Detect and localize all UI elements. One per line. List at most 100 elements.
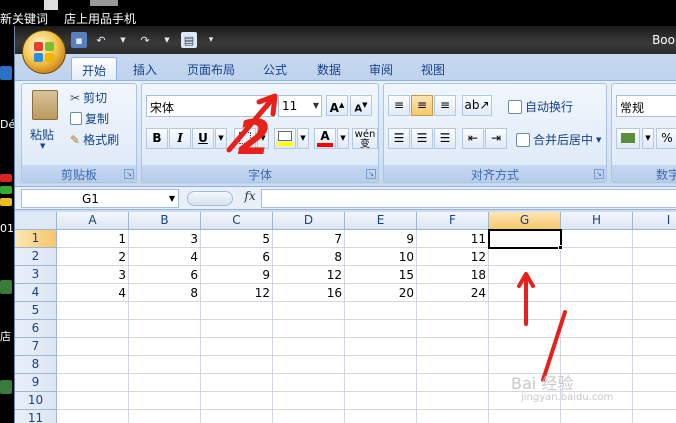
desktop-shortcut-label[interactable]: 店上用品手机 bbox=[64, 10, 136, 27]
align-right-button[interactable]: ☰ bbox=[434, 128, 456, 149]
column-header-g[interactable]: G bbox=[489, 212, 561, 230]
office-button[interactable] bbox=[22, 30, 66, 74]
align-left-button[interactable]: ☰ bbox=[388, 128, 410, 149]
row-header[interactable]: 10 bbox=[15, 392, 57, 410]
cell-d3[interactable]: 12 bbox=[273, 266, 345, 284]
format-painter-button[interactable]: ✎ 格式刷 bbox=[70, 131, 119, 148]
cell-f1[interactable]: 11 bbox=[417, 230, 489, 248]
dialog-launcher-icon[interactable]: ↘ bbox=[594, 169, 604, 179]
column-header-c[interactable]: C bbox=[201, 212, 273, 230]
customize-icon[interactable]: ▾ bbox=[203, 32, 219, 48]
tab-insert[interactable]: 插入 bbox=[125, 57, 165, 80]
fill-handle[interactable] bbox=[558, 245, 563, 250]
bold-button[interactable]: B bbox=[146, 128, 168, 149]
cut-button[interactable]: ✂ 剪切 bbox=[70, 89, 107, 106]
cell-c3[interactable]: 9 bbox=[201, 266, 273, 284]
tab-home[interactable]: 开始 bbox=[71, 57, 117, 80]
row-header[interactable]: 6 bbox=[15, 320, 57, 338]
cell-e3[interactable]: 15 bbox=[345, 266, 417, 284]
cell-e1[interactable]: 9 bbox=[345, 230, 417, 248]
column-header-e[interactable]: E bbox=[345, 212, 417, 230]
row-header[interactable]: 7 bbox=[15, 338, 57, 356]
paste-button[interactable]: 粘贴 ▼ bbox=[26, 88, 66, 158]
print-preview-icon[interactable]: ▤ bbox=[181, 32, 197, 48]
cell-f2[interactable]: 12 bbox=[417, 248, 489, 266]
excel-shortcut-icon[interactable] bbox=[0, 380, 12, 394]
column-header-i[interactable]: I bbox=[633, 212, 676, 230]
column-header-h[interactable]: H bbox=[561, 212, 633, 230]
row-header[interactable]: 8 bbox=[15, 356, 57, 374]
title-bar[interactable]: ▪ ↶ ▼ ↷ ▼ ▤ ▾ Boo bbox=[15, 26, 676, 54]
row-header[interactable]: 3 bbox=[15, 266, 57, 284]
row-header[interactable]: 1 bbox=[15, 230, 57, 248]
shrink-font-button[interactable]: A▼ bbox=[350, 95, 372, 116]
formula-bar-handle[interactable] bbox=[187, 191, 233, 206]
save-icon[interactable]: ▪ bbox=[71, 32, 87, 48]
name-box[interactable]: G1 ▼ bbox=[21, 189, 179, 208]
formula-input[interactable] bbox=[261, 189, 676, 208]
column-header-d[interactable]: D bbox=[273, 212, 345, 230]
italic-button[interactable]: I bbox=[169, 128, 191, 149]
underline-button[interactable]: U bbox=[192, 128, 214, 149]
dialog-launcher-icon[interactable]: ↘ bbox=[124, 169, 134, 179]
align-top-button[interactable]: ≡ bbox=[388, 95, 410, 116]
desktop-icon[interactable] bbox=[44, 0, 58, 10]
cell-a3[interactable]: 3 bbox=[57, 266, 129, 284]
chevron-down-icon[interactable]: ▼ bbox=[159, 32, 175, 48]
phonetic-guide-button[interactable]: wén 变 bbox=[352, 128, 378, 150]
align-center-button[interactable]: ☰ bbox=[411, 128, 433, 149]
cell-c1[interactable]: 5 bbox=[201, 230, 273, 248]
row-header[interactable]: 4 bbox=[15, 284, 57, 302]
column-header-b[interactable]: B bbox=[129, 212, 201, 230]
cell-d1[interactable]: 7 bbox=[273, 230, 345, 248]
desktop-shortcut-label[interactable]: 01 bbox=[0, 222, 14, 235]
desktop-shortcut-label[interactable]: 新关键词 bbox=[0, 10, 48, 27]
tab-page-layout[interactable]: 页面布局 bbox=[181, 57, 241, 80]
cell-c4[interactable]: 12 bbox=[201, 284, 273, 302]
font-color-button[interactable]: A bbox=[314, 128, 336, 149]
align-bottom-button[interactable]: ≡ bbox=[434, 95, 456, 116]
number-format-combo[interactable]: 常规 bbox=[616, 95, 676, 117]
row-header[interactable]: 11 bbox=[15, 410, 57, 423]
increase-indent-button[interactable]: ⇥ bbox=[485, 128, 507, 149]
active-cell-border[interactable] bbox=[488, 229, 562, 249]
row-header[interactable]: 9 bbox=[15, 374, 57, 392]
tab-formulas[interactable]: 公式 bbox=[255, 57, 295, 80]
cell-f4[interactable]: 24 bbox=[417, 284, 489, 302]
copy-button[interactable]: 复制 bbox=[70, 110, 109, 127]
row-header[interactable]: 5 bbox=[15, 302, 57, 320]
decrease-indent-button[interactable]: ⇤ bbox=[462, 128, 484, 149]
orientation-button[interactable]: ab↗ bbox=[462, 95, 492, 116]
chevron-down-icon[interactable]: ▼ bbox=[337, 128, 349, 149]
merge-center-button[interactable]: 合并后居中 ▼ bbox=[516, 131, 601, 148]
desktop-app-icon[interactable] bbox=[0, 174, 12, 182]
dialog-launcher-icon[interactable]: ↘ bbox=[366, 169, 376, 179]
desktop-app-icon[interactable] bbox=[0, 66, 12, 80]
cell-f3[interactable]: 18 bbox=[417, 266, 489, 284]
select-all-button[interactable] bbox=[15, 212, 57, 230]
cell-c2[interactable]: 6 bbox=[201, 248, 273, 266]
row-header[interactable]: 2 bbox=[15, 248, 57, 266]
align-middle-button[interactable]: ≡ bbox=[411, 95, 433, 116]
desktop-shortcut-label[interactable]: 店 bbox=[0, 328, 11, 344]
cell-d2[interactable]: 8 bbox=[273, 248, 345, 266]
cell-b2[interactable]: 4 bbox=[129, 248, 201, 266]
cell-e4[interactable]: 20 bbox=[345, 284, 417, 302]
column-header-f[interactable]: F bbox=[417, 212, 489, 230]
undo-icon[interactable]: ↶ bbox=[93, 32, 109, 48]
cell-a1[interactable]: 1 bbox=[57, 230, 129, 248]
wrap-text-button[interactable]: 自动换行 bbox=[508, 98, 573, 115]
cell-e2[interactable]: 10 bbox=[345, 248, 417, 266]
percent-style-button[interactable]: % bbox=[656, 128, 676, 149]
desktop-app-icon[interactable] bbox=[0, 198, 12, 206]
tab-data[interactable]: 数据 bbox=[309, 57, 349, 80]
chevron-down-icon[interactable]: ▼ bbox=[642, 128, 654, 149]
chevron-down-icon[interactable]: ▼ bbox=[169, 194, 175, 203]
chevron-down-icon[interactable]: ▼ bbox=[115, 32, 131, 48]
cell-b4[interactable]: 8 bbox=[129, 284, 201, 302]
redo-icon[interactable]: ↷ bbox=[137, 32, 153, 48]
desktop-app-icon[interactable] bbox=[0, 186, 12, 194]
tab-view[interactable]: 视图 bbox=[413, 57, 453, 80]
desktop-icon[interactable] bbox=[90, 0, 118, 6]
grow-font-button[interactable]: A▲ bbox=[326, 95, 348, 116]
